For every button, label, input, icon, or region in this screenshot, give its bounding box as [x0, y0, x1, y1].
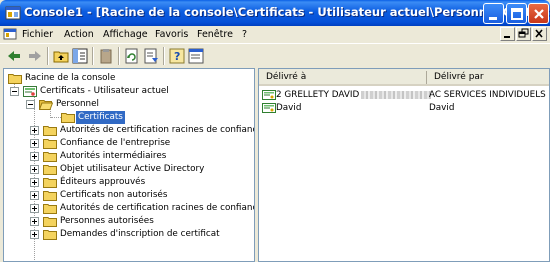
tree-item-child[interactable]: Autorités intermédiaires	[30, 150, 254, 163]
export-list-icon[interactable]	[143, 48, 159, 64]
folder-icon	[43, 152, 57, 162]
console-tree[interactable]: Racine de la console Certificats - Utili…	[3, 68, 255, 262]
table-row[interactable]: David David	[261, 102, 549, 114]
folder-icon	[43, 139, 57, 149]
clipboard-icon[interactable]	[98, 48, 114, 64]
tree-item-label: Autorités intermédiaires	[60, 151, 167, 161]
child-restore-button[interactable]	[516, 27, 531, 41]
open-folder-icon	[39, 100, 53, 110]
collapse-icon[interactable]	[26, 100, 35, 109]
folder-icon	[61, 113, 75, 123]
folder-icon	[43, 191, 57, 201]
child-window-icon[interactable]	[3, 27, 17, 41]
folder-icon	[43, 178, 57, 188]
tree-item-label: Objet utilisateur Active Directory	[60, 164, 205, 174]
restore-icon	[518, 28, 529, 38]
certificate-icon	[262, 103, 276, 113]
tree-item-certificats-selected[interactable]: Certificats	[61, 111, 211, 124]
expand-icon[interactable]	[30, 178, 39, 187]
tree-item-label: Autorités de certification racines de co…	[60, 203, 255, 213]
expand-icon[interactable]	[30, 152, 39, 161]
tree-item-label: Racine de la console	[25, 73, 116, 83]
folder-icon	[43, 165, 57, 175]
close-icon	[534, 9, 544, 19]
tree-item-label: Confiance de l'entreprise	[60, 138, 171, 148]
tree-item-root[interactable]: Racine de la console	[8, 72, 248, 85]
tree-item-label: Certificats - Utilisateur actuel	[40, 86, 169, 96]
tree-item-child[interactable]: Autorités de certification racines de co…	[30, 202, 254, 215]
redacted-text	[361, 90, 432, 99]
maximize-button[interactable]	[506, 3, 527, 24]
child-minimize-button[interactable]	[500, 27, 515, 41]
close-icon	[535, 29, 543, 38]
title-bar[interactable]: Console1 - [Racine de la console\Certifi…	[0, 0, 550, 26]
child-close-button[interactable]	[532, 27, 547, 41]
column-header-label: Délivré par	[434, 72, 484, 82]
collapse-icon[interactable]	[10, 87, 19, 96]
expand-icon[interactable]	[30, 191, 39, 200]
mmc-app-icon[interactable]	[5, 5, 21, 21]
column-header-label: Délivré à	[266, 72, 307, 82]
folder-icon	[43, 204, 57, 214]
show-hide-tree-icon[interactable]	[72, 48, 88, 64]
column-header-issued-to[interactable]: Délivré à	[259, 69, 427, 86]
tree-item-label: Personnes autorisées	[60, 216, 154, 226]
tree-item-child[interactable]: Confiance de l'entreprise	[30, 137, 254, 150]
minimize-button[interactable]	[483, 3, 504, 24]
certificate-icon	[262, 90, 276, 100]
tree-item-label: Autorités de certification racines de co…	[60, 125, 255, 135]
cell-issued-to: 2 GRELLETY DAVID	[276, 89, 432, 101]
menu-bar: Fichier Action Affichage Favoris Fenêtre…	[0, 26, 550, 43]
menu-fenetre[interactable]: Fenêtre	[197, 29, 233, 40]
folder-icon	[43, 126, 57, 136]
expand-icon[interactable]	[30, 165, 39, 174]
tree-item-child[interactable]: Éditeurs approuvés	[30, 176, 254, 189]
cell-issued-to: David	[276, 103, 302, 113]
minimize-icon	[504, 36, 510, 38]
tree-item-child[interactable]: Personnes autorisées	[30, 215, 254, 228]
properties-icon[interactable]	[188, 48, 204, 64]
table-row[interactable]: 2 GRELLETY DAVID AC SERVICES INDIVIDUELS…	[261, 89, 549, 101]
expand-icon[interactable]	[30, 126, 39, 135]
tree-item-label: Certificats non autorisés	[60, 190, 168, 200]
folder-icon	[43, 230, 57, 240]
tree-item-label: Personnel	[56, 99, 99, 109]
folder-icon	[43, 217, 57, 227]
menu-fichier[interactable]: Fichier	[22, 29, 53, 40]
tree-item-personnel[interactable]: Personnel	[26, 98, 246, 111]
tree-item-child[interactable]: Objet utilisateur Active Directory	[30, 163, 254, 176]
folder-icon	[8, 74, 22, 84]
tree-item-label: Certificats	[76, 111, 125, 124]
expand-icon[interactable]	[30, 204, 39, 213]
expand-icon[interactable]	[30, 230, 39, 239]
tree-item-certificats-utilisateur[interactable]: Certificats - Utilisateur actuel	[10, 85, 250, 98]
help-icon[interactable]: ?	[169, 48, 185, 64]
tree-item-label: Éditeurs approuvés	[60, 177, 146, 187]
cell-issued-by: David	[429, 103, 455, 113]
svg-text:?: ?	[174, 50, 180, 63]
up-level-folder-icon[interactable]	[53, 48, 69, 64]
minimize-icon	[489, 17, 497, 20]
certificate-store-icon	[23, 86, 37, 97]
column-header-issued-by[interactable]: Délivré par	[427, 69, 549, 86]
menu-action[interactable]: Action	[64, 29, 94, 40]
expand-icon[interactable]	[30, 217, 39, 226]
certificate-list[interactable]: Délivré à Délivré par 2 GRELLETY DAVID A…	[258, 68, 550, 262]
tree-item-child[interactable]: Autorités de certification racines de co…	[30, 124, 254, 137]
tree-item-child[interactable]: Demandes d'inscription de certificat	[30, 228, 254, 241]
tree-item-label: Demandes d'inscription de certificat	[60, 229, 220, 239]
menu-affichage[interactable]: Affichage	[103, 29, 148, 40]
expand-icon[interactable]	[30, 139, 39, 148]
toolbar: ?	[0, 43, 550, 67]
maximize-icon	[511, 8, 523, 20]
menu-favoris[interactable]: Favoris	[155, 29, 188, 40]
cell-issued-by: AC SERVICES INDIVIDUELS IA	[429, 90, 550, 100]
close-button[interactable]	[528, 3, 549, 24]
menu-help[interactable]: ?	[242, 29, 247, 40]
refresh-icon[interactable]	[124, 48, 140, 64]
back-arrow-icon[interactable]	[6, 48, 22, 64]
forward-arrow-icon[interactable]	[27, 48, 43, 64]
tree-item-child[interactable]: Certificats non autorisés	[30, 189, 254, 202]
window-title: Console1 - [Racine de la console\Certifi…	[24, 5, 550, 19]
